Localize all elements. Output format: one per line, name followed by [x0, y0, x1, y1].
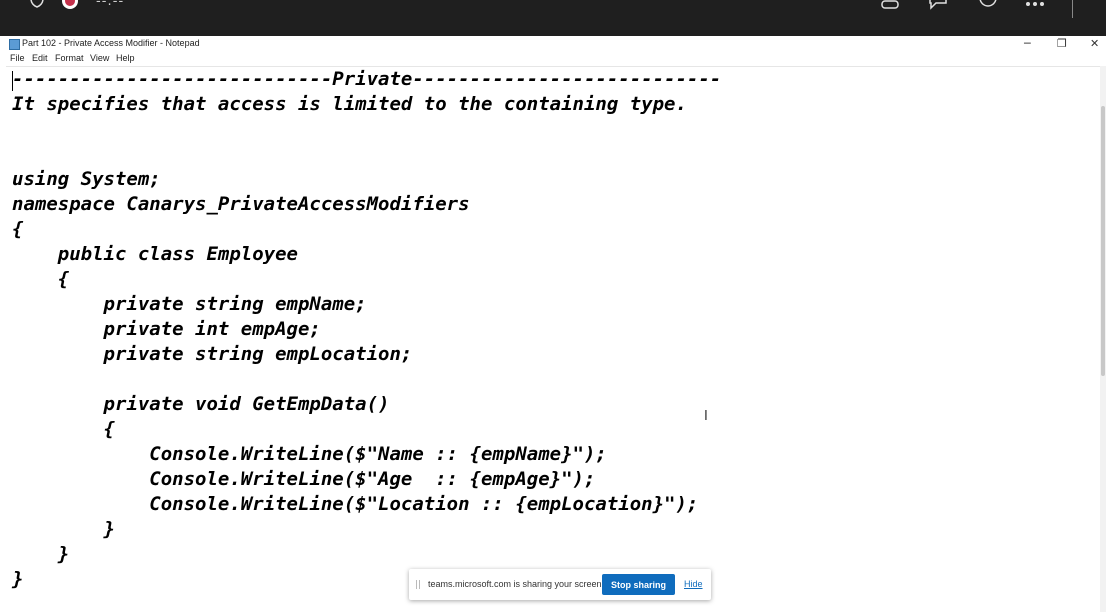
teams-meeting-bar: --:--	[0, 0, 1106, 36]
record-icon	[62, 0, 78, 9]
code-line: It specifies that access is limited to t…	[12, 93, 687, 115]
code-line: namespace Canarys_PrivateAccessModifiers	[12, 193, 470, 215]
window-title: Part 102 - Private Access Modifier - Not…	[22, 38, 200, 48]
reactions-icon[interactable]	[977, 0, 999, 10]
screen-sharing-toast: teams.microsoft.com is sharing your scre…	[409, 569, 711, 600]
shield-icon[interactable]	[30, 0, 44, 8]
code-line: private string empName;	[12, 293, 367, 315]
code-line: private void GetEmpData()	[12, 393, 390, 415]
toolbar-divider	[1072, 0, 1073, 18]
code-line: ----------------------------Private-----…	[12, 68, 722, 90]
code-line: {	[12, 418, 115, 440]
sharing-message: teams.microsoft.com is sharing your scre…	[428, 579, 605, 589]
notepad-window: Part 102 - Private Access Modifier - Not…	[6, 36, 1106, 612]
menu-help[interactable]: Help	[116, 53, 135, 63]
code-line: Console.WriteLine($"Name :: {empName}");	[12, 443, 607, 465]
close-button[interactable]: ✕	[1090, 37, 1099, 50]
code-line: private string empLocation;	[12, 343, 413, 365]
code-line: private int empAge;	[12, 318, 321, 340]
code-line: public class Employee	[12, 243, 298, 265]
text-editor[interactable]: ----------------------------Private-----…	[6, 66, 1100, 613]
menu-edit[interactable]: Edit	[32, 53, 48, 63]
menu-format[interactable]: Format	[55, 53, 84, 63]
code-line: {	[12, 218, 24, 240]
more-icon[interactable]	[1024, 0, 1046, 14]
ibeam-cursor-icon: I	[704, 409, 708, 424]
people-icon[interactable]	[880, 0, 902, 10]
code-line: {	[12, 268, 70, 290]
menu-file[interactable]: File	[10, 53, 25, 63]
menu-bar: File Edit Format View Help	[6, 52, 1106, 66]
menu-view[interactable]: View	[90, 53, 109, 63]
title-bar[interactable]: Part 102 - Private Access Modifier - Not…	[6, 36, 1106, 52]
meeting-timer: --:--	[96, 0, 125, 9]
code-line: }	[12, 518, 115, 540]
code-line: Console.WriteLine($"Location :: {empLoca…	[12, 493, 699, 515]
scrollbar-thumb[interactable]	[1101, 106, 1105, 376]
code-line: }	[12, 543, 70, 565]
drag-handle-icon[interactable]	[416, 580, 420, 589]
chat-icon[interactable]	[927, 0, 949, 10]
notepad-app-icon	[9, 39, 20, 50]
hide-link[interactable]: Hide	[684, 579, 703, 589]
code-line: Console.WriteLine($"Age :: {empAge}");	[12, 468, 596, 490]
code-line: }	[12, 568, 24, 590]
vertical-scrollbar[interactable]	[1100, 66, 1106, 612]
maximize-button[interactable]: ❐	[1057, 37, 1067, 50]
code-line: using System;	[12, 168, 161, 190]
minimize-button[interactable]: ─	[1024, 37, 1031, 50]
stop-sharing-button[interactable]: Stop sharing	[602, 574, 675, 595]
